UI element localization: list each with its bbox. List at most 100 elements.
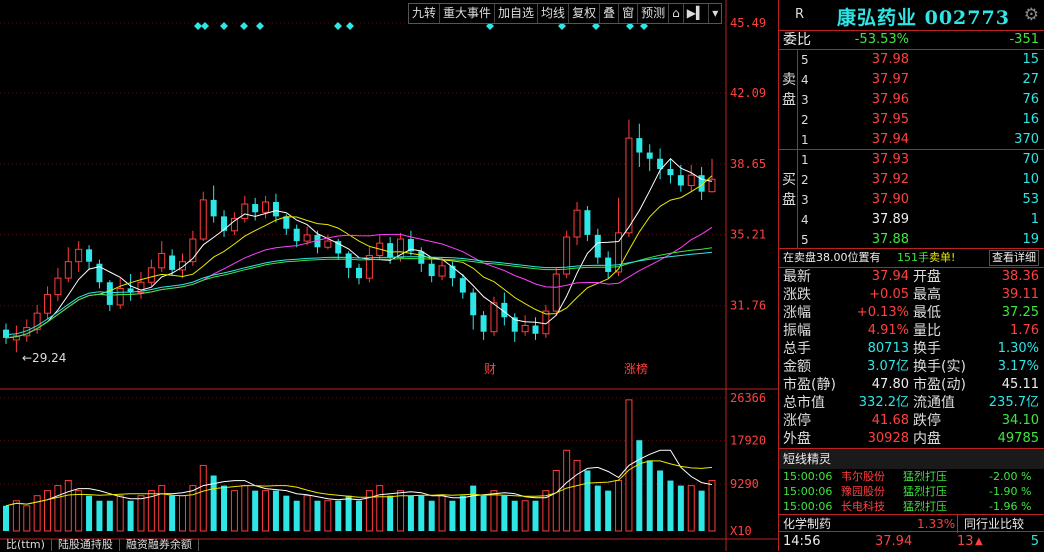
price-axis-label: 45.49 bbox=[730, 16, 766, 30]
adjust-button[interactable]: 复权 bbox=[569, 4, 601, 23]
candle-body bbox=[210, 199, 217, 217]
volume-bar bbox=[428, 500, 435, 531]
quote-panel: R 康弘药业 002773 ⚙ 委比 -53.53% -351 卖盘 5 37.9… bbox=[778, 0, 1044, 551]
up-arrow-icon: ▲ bbox=[975, 536, 983, 547]
moving-average-button[interactable]: 均线 bbox=[538, 4, 570, 23]
ask-price: 37.97 bbox=[871, 72, 909, 87]
candle-body bbox=[636, 138, 643, 153]
stat-row: 金额 3.07亿 换手(实) 3.17% bbox=[779, 358, 1044, 376]
news-title[interactable]: 短线精灵 bbox=[783, 449, 831, 469]
volume-bar bbox=[33, 495, 41, 532]
candle-body bbox=[459, 278, 466, 293]
stat-value: 34.10 bbox=[1001, 413, 1039, 428]
volume-bar bbox=[324, 500, 332, 532]
bid-level-row[interactable]: 3 37.90 53 bbox=[779, 190, 1044, 210]
top-list-marker: 涨榜 bbox=[624, 361, 648, 376]
ask-level-row[interactable]: 4 37.97 27 bbox=[779, 70, 1044, 90]
volume-bar bbox=[646, 460, 653, 531]
play-end-icon[interactable]: ▶▍ bbox=[684, 4, 710, 23]
ask-level-row[interactable]: 3 37.96 76 bbox=[779, 90, 1044, 110]
bid-level-row[interactable]: 1 37.93 70 bbox=[779, 150, 1044, 170]
ask-volume: 370 bbox=[1014, 132, 1039, 147]
candle-body bbox=[158, 252, 166, 269]
bid-level-row[interactable]: 2 37.92 10 bbox=[779, 170, 1044, 190]
bid-price: 37.93 bbox=[871, 152, 909, 167]
tab-northbound-holdings[interactable]: 陆股通持股 bbox=[52, 539, 120, 551]
ask-volume: 16 bbox=[1022, 112, 1039, 127]
stat-row: 外盘 30928 内盘 49785 bbox=[779, 430, 1044, 448]
candle-body bbox=[54, 277, 62, 296]
window-button[interactable]: 窗 bbox=[619, 4, 639, 23]
volume-bar bbox=[376, 485, 384, 532]
ask-level-number: 2 bbox=[801, 113, 809, 127]
quote-header: R 康弘药业 002773 ⚙ bbox=[779, 0, 1044, 31]
volume-bar bbox=[96, 500, 103, 531]
stat-label: 换手 bbox=[913, 341, 941, 357]
news-title-row: 短线精灵 bbox=[779, 449, 1044, 469]
kline-chart[interactable]: 45.49 42.09 38.65 35.21 31.76 26366 17920 9290 X… bbox=[0, 0, 778, 551]
volume-bar bbox=[573, 459, 581, 532]
volume-bar bbox=[636, 440, 643, 531]
bid-volume: 53 bbox=[1022, 192, 1039, 207]
bid-level-row[interactable]: 5 37.88 19 bbox=[779, 230, 1044, 250]
tab-pe-ttm[interactable]: 比(ttm) bbox=[0, 539, 52, 551]
volume-bar bbox=[605, 490, 612, 531]
bid-level-number: 2 bbox=[801, 173, 809, 187]
stat-label: 最新 bbox=[783, 269, 811, 285]
candle-body bbox=[625, 137, 633, 234]
candle-body bbox=[241, 203, 249, 219]
overlay-button[interactable]: 叠 bbox=[600, 4, 620, 23]
news-stock[interactable]: 韦尔股份 bbox=[841, 469, 885, 484]
volume-bar bbox=[127, 500, 134, 531]
sell-hint-text: 在卖盘38.00位置有 bbox=[783, 251, 881, 264]
candle-body bbox=[116, 287, 124, 306]
gear-icon[interactable]: ⚙ bbox=[1024, 5, 1039, 25]
candle-body bbox=[3, 329, 9, 338]
tab-margin-balance[interactable]: 融资融券余额 bbox=[120, 539, 199, 551]
sell-hint-volume: 151手 bbox=[897, 251, 929, 264]
news-item[interactable]: 15:00:06 豫园股份 猛烈打压 -1.90 % bbox=[779, 484, 1044, 499]
stat-value: 47.80 bbox=[871, 377, 909, 392]
stat-value: 45.11 bbox=[1001, 377, 1039, 392]
candle-body bbox=[584, 210, 591, 235]
ask-level-row[interactable]: 1 37.94 370 bbox=[779, 130, 1044, 150]
add-watchlist-button[interactable]: 加自选 bbox=[495, 4, 539, 23]
news-change: -1.90 % bbox=[989, 485, 1032, 498]
lock-icon[interactable]: ⌂ bbox=[669, 4, 684, 23]
candle-body bbox=[230, 217, 238, 232]
ask-level-row[interactable]: 5 37.98 15 bbox=[779, 50, 1044, 70]
bid-level-row[interactable]: 4 37.89 1 bbox=[779, 210, 1044, 230]
stat-label: 内盘 bbox=[913, 431, 941, 447]
view-detail-button[interactable]: 查看详细 bbox=[989, 250, 1039, 266]
candle-body bbox=[646, 152, 653, 159]
weibi-label: 委比 bbox=[783, 32, 811, 48]
dropdown-icon[interactable]: ▾ bbox=[709, 4, 721, 23]
volume-bar bbox=[387, 495, 394, 531]
weibi-pct: -53.53% bbox=[854, 32, 909, 47]
news-time: 15:00:06 bbox=[783, 470, 833, 483]
candle-body bbox=[470, 292, 477, 316]
jiuzhuan-button[interactable]: 九转 bbox=[409, 4, 441, 23]
major-events-button[interactable]: 重大事件 bbox=[440, 4, 496, 23]
stat-value: 1.76 bbox=[1010, 323, 1039, 338]
stat-value: 30928 bbox=[867, 431, 909, 446]
news-item[interactable]: 15:00:06 韦尔股份 猛烈打压 -2.00 % bbox=[779, 469, 1044, 484]
weibi-value: -351 bbox=[1009, 32, 1039, 47]
price-axis-label: 35.21 bbox=[730, 228, 766, 242]
chart-toolbar: 九转 重大事件 加自选 均线 复权 叠 窗 预测 ⌂ ▶▍ ▾ bbox=[408, 3, 723, 24]
stat-value: 49785 bbox=[997, 431, 1039, 446]
volume-bar bbox=[23, 505, 31, 532]
ask-level-number: 3 bbox=[801, 93, 809, 107]
volume-bar bbox=[75, 490, 83, 532]
candle-body bbox=[677, 175, 684, 186]
chart-canvas[interactable]: 45.49 42.09 38.65 35.21 31.76 26366 17920 9290 X… bbox=[0, 0, 778, 551]
ask-level-row[interactable]: 2 37.95 16 bbox=[779, 110, 1044, 130]
stat-label: 开盘 bbox=[913, 269, 941, 285]
news-item[interactable]: 15:00:06 长电科技 猛烈打压 -1.96 % bbox=[779, 499, 1044, 514]
news-stock[interactable]: 豫园股份 bbox=[841, 484, 885, 499]
forecast-button[interactable]: 预测 bbox=[638, 4, 670, 23]
volume-bar bbox=[459, 495, 466, 531]
news-stock[interactable]: 长电科技 bbox=[841, 499, 885, 514]
candle-body bbox=[75, 248, 83, 263]
volume-bar bbox=[189, 485, 197, 532]
